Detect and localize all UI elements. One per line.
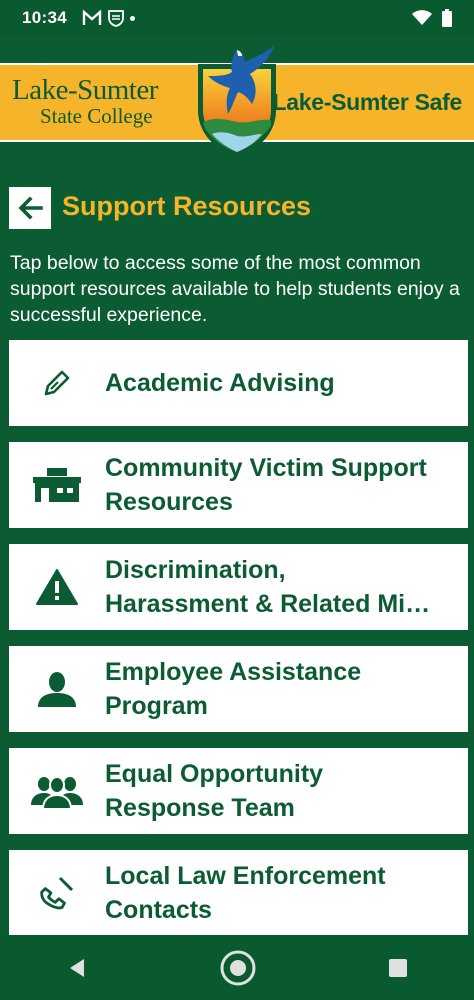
resource-academic-advising[interactable]: Academic Advising — [9, 340, 468, 426]
resource-equal-opportunity[interactable]: Equal Opportunity Response Team — [9, 748, 468, 834]
resource-label: Equal Opportunity Response Team — [105, 760, 324, 822]
battery-icon — [442, 9, 452, 27]
arrow-left-icon — [18, 196, 43, 220]
status-time: 10:34 — [22, 8, 67, 27]
gmail-icon — [82, 10, 102, 25]
resource-label: Community Victim Support Resources — [105, 454, 427, 516]
pen-icon — [44, 370, 70, 396]
resource-label: Academic Advising — [105, 369, 335, 397]
resource-label: Local Law Enforcement Contacts — [105, 862, 386, 924]
recents-nav-icon[interactable] — [388, 958, 408, 978]
page-title: Support Resources — [62, 191, 312, 221]
back-nav-icon[interactable] — [66, 957, 88, 979]
person-icon — [38, 672, 76, 707]
resource-label: Employee Assistance Program — [105, 658, 362, 720]
shield-notification-icon — [108, 10, 124, 27]
status-bar: 10:34 — [0, 0, 474, 36]
group-icon — [31, 776, 83, 809]
logo-line1: Lake-Sumter — [12, 74, 158, 106]
resource-list: Academic Advising Community Victim Suppo… — [9, 340, 468, 952]
system-nav-bar — [0, 935, 474, 1000]
app-title: Lake-Sumter Safe — [272, 89, 463, 115]
notification-dot — [130, 15, 135, 21]
college-crest-icon — [198, 46, 276, 158]
phone-icon — [40, 876, 74, 910]
home-nav-icon[interactable] — [219, 949, 257, 987]
logo-line2: State College — [40, 104, 153, 128]
resource-discrimination-harassment[interactable]: Discrimination, Harassment & Related Mi… — [9, 544, 468, 630]
building-icon — [33, 468, 81, 502]
college-logo: Lake-Sumter State College — [12, 75, 158, 127]
wifi-icon — [412, 10, 432, 25]
back-button[interactable] — [9, 187, 51, 229]
resource-local-law-enforcement[interactable]: Local Law Enforcement Contacts — [9, 850, 468, 936]
resource-community-victim-support[interactable]: Community Victim Support Resources — [9, 442, 468, 528]
intro-text: Tap below to access some of the most com… — [10, 252, 460, 326]
warning-icon — [36, 569, 78, 605]
resource-label: Discrimination, Harassment & Related Mi… — [105, 556, 431, 618]
resource-employee-assistance[interactable]: Employee Assistance Program — [9, 646, 468, 732]
